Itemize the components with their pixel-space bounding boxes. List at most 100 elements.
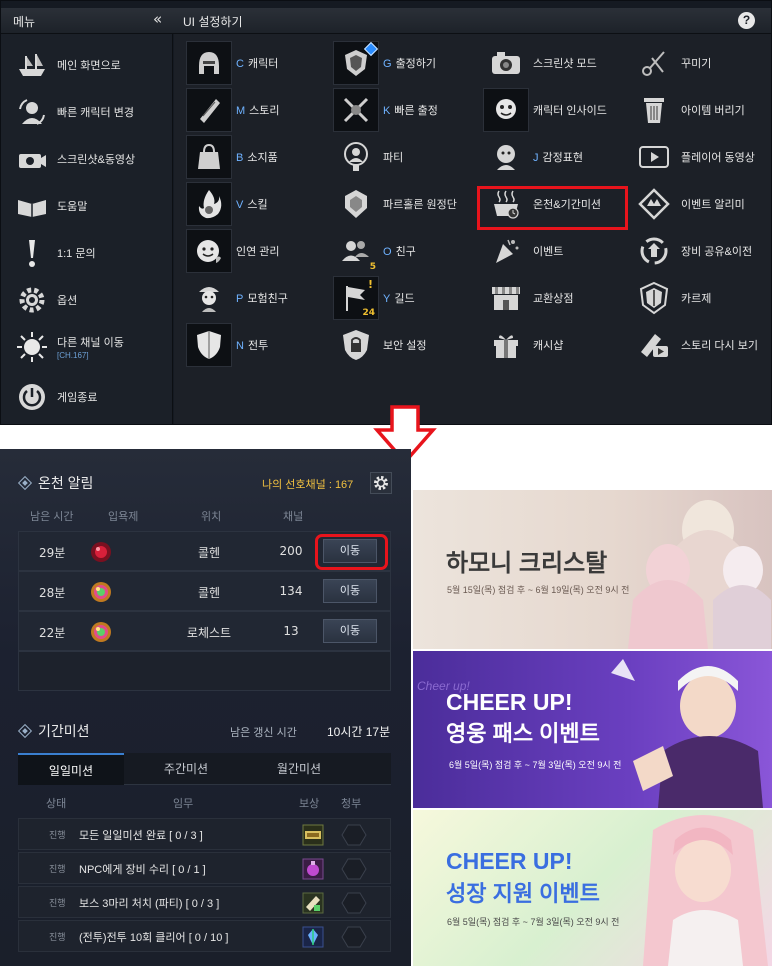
col-status: 상태 xyxy=(46,798,67,810)
ui-item-expedition[interactable]: 파르홀른 원정단 xyxy=(333,182,457,226)
ui-item-label: 출정하기 xyxy=(395,58,437,70)
expedition-icon xyxy=(333,182,379,226)
ui-item-label: 스토리 xyxy=(249,105,280,117)
ui-item-player-video[interactable]: 플레이어 동영상 xyxy=(631,135,755,179)
col-remaining-time: 남은 시간 xyxy=(30,511,74,523)
ui-item-label: 스토리 다시 보기 xyxy=(681,340,758,352)
ui-item-relationship[interactable]: 인연 관리 xyxy=(186,229,280,273)
scissors-icon xyxy=(631,41,677,85)
banner-title-line2: 영웅 패스 이벤트 xyxy=(446,721,600,746)
ui-item-decorate[interactable]: 꾸미기 xyxy=(631,41,711,85)
hotkey: O xyxy=(383,246,392,258)
ui-item-sortie[interactable]: G 출정하기 xyxy=(333,41,436,85)
character-swap-icon xyxy=(15,95,49,129)
ui-item-label: 이벤트 알리미 xyxy=(681,199,745,211)
mission-status: 진행 xyxy=(49,933,66,943)
hexagon-slot-icon[interactable] xyxy=(341,824,367,846)
menu-item-main-screen[interactable]: 메인 화면으로 xyxy=(15,47,121,83)
help-button[interactable]: ? xyxy=(738,12,755,29)
emote-icon xyxy=(483,135,529,179)
banner-harmony-crystal[interactable]: 하모니 크리스탈 5월 15일(목) 점검 후 ~ 6월 19일(목) 오전 9… xyxy=(413,490,772,649)
hotkey: M xyxy=(236,105,246,117)
ui-item-karze[interactable]: 카르제 xyxy=(631,276,711,320)
ui-item-quick-sortie[interactable]: K 빠른 출정 xyxy=(333,88,438,132)
flag-icon: ! 24 xyxy=(333,276,379,320)
ui-item-friends[interactable]: 5 O 친구 xyxy=(333,229,416,273)
remaining-time: 29분 xyxy=(39,546,66,560)
ui-settings-title: UI 설정하기 xyxy=(183,15,243,29)
menu-item-exit-game[interactable]: 게임종료 xyxy=(15,379,97,415)
tab-monthly[interactable]: 월간미션 xyxy=(246,753,352,785)
menu-title: 메뉴 xyxy=(13,15,36,29)
ui-item-exchange-shop[interactable]: 교환상점 xyxy=(483,276,573,320)
ui-item-skill[interactable]: V 스킬 xyxy=(186,182,268,226)
missions-title: 기간미션 xyxy=(17,721,90,741)
menu-item-change-channel[interactable]: 다른 채널 이동 [CH.167] xyxy=(15,329,124,365)
banner-growth-support[interactable]: CHEER UP! 성장 지원 이벤트 6월 5일(목) 점검 후 ~ 7월 3… xyxy=(413,810,772,966)
ui-item-label: 플레이어 동영상 xyxy=(681,152,755,164)
hexagon-slot-icon[interactable] xyxy=(341,858,367,880)
menu-item-help[interactable]: 도움말 xyxy=(15,188,87,224)
ui-item-character-inside[interactable]: 캐릭터 인사이드 xyxy=(483,88,607,132)
mission-text: 보스 3마리 처치 (파티) [ 0 / 3 ] xyxy=(79,898,220,910)
empty-row xyxy=(18,651,391,691)
mission-row: 진행 보스 3마리 처치 (파티) [ 0 / 3 ] xyxy=(18,886,391,918)
menu-item-screenshot-video[interactable]: 스크린샷&동영상 xyxy=(15,141,135,177)
hot-spring-title: 온천 알림 xyxy=(17,473,93,493)
tab-weekly[interactable]: 주간미션 xyxy=(133,753,239,785)
hexagon-slot-icon[interactable] xyxy=(341,926,367,948)
menu-item-options[interactable]: 옵션 xyxy=(15,282,77,318)
move-button[interactable]: 이동 xyxy=(323,619,377,643)
ui-item-label: 스킬 xyxy=(247,199,268,211)
camera-icon xyxy=(15,142,49,176)
lock-icon xyxy=(333,323,379,367)
ui-item-label: 캐시샵 xyxy=(533,340,564,352)
ui-item-security[interactable]: 보안 설정 xyxy=(333,323,427,367)
menu-item-label: 다른 채널 이동 [CH.167] xyxy=(57,334,124,360)
tab-daily[interactable]: 일일미션 xyxy=(18,753,124,785)
move-button[interactable]: 이동 xyxy=(323,579,377,603)
ui-item-story[interactable]: M 스토리 xyxy=(186,88,280,132)
preferred-channel: 나의 선호채널 : 167 xyxy=(262,479,354,491)
ui-item-character[interactable]: C 캐릭터 xyxy=(186,41,278,85)
character-face-icon xyxy=(483,88,529,132)
ui-item-label: 모험친구 xyxy=(247,293,288,305)
ui-item-discard-item[interactable]: 아이템 버리기 xyxy=(631,88,745,132)
mission-tabs: 일일미션 주간미션 월간미션 xyxy=(18,753,391,785)
menu-item-quick-character[interactable]: 빠른 캐릭터 변경 xyxy=(15,94,134,130)
refresh-time-value: 10시간 17분 xyxy=(327,725,391,739)
ui-item-guild[interactable]: ! 24 Y 길드 xyxy=(333,276,415,320)
ui-item-emote[interactable]: J 감정표현 xyxy=(483,135,583,179)
refresh-time-label: 남은 갱신 시간 xyxy=(230,727,297,739)
ui-item-adventure-friend[interactable]: P 모험친구 xyxy=(186,276,288,320)
settings-button[interactable] xyxy=(370,472,392,494)
red-bath-salt-icon xyxy=(89,540,113,564)
hot-spring-row: 28분 콜헨 134 이동 xyxy=(18,571,391,611)
menu-item-inquiry[interactable]: 1:1 문의 xyxy=(15,235,96,271)
power-icon xyxy=(15,380,49,414)
camera-icon xyxy=(483,41,529,85)
hexagon-slot-icon[interactable] xyxy=(341,892,367,914)
crystal-icon xyxy=(302,926,324,948)
ui-item-event-notifier[interactable]: 이벤트 알리미 xyxy=(631,182,745,226)
ui-item-screenshot-mode[interactable]: 스크린샷 모드 xyxy=(483,41,597,85)
ui-item-party[interactable]: 파티 xyxy=(333,135,403,179)
ui-item-label: 빠른 출정 xyxy=(394,105,438,117)
double-chevron-left-icon[interactable]: « xyxy=(153,10,162,28)
hotkey: V xyxy=(236,199,244,211)
event-icon xyxy=(631,182,677,226)
ui-item-event[interactable]: 이벤트 xyxy=(483,229,563,273)
ui-item-combat[interactable]: N 전투 xyxy=(186,323,268,367)
rainbow-bath-salt-icon xyxy=(89,580,113,604)
ui-item-label: 길드 xyxy=(394,293,415,305)
diamond-icon xyxy=(17,475,33,491)
ui-item-story-replay[interactable]: 스토리 다시 보기 xyxy=(631,323,758,367)
ui-item-equipment-share[interactable]: 장비 공유&이전 xyxy=(631,229,752,273)
location: 로체스트 xyxy=(186,626,232,640)
mission-status: 진행 xyxy=(49,831,66,841)
ui-item-cash-shop[interactable]: 캐시샵 xyxy=(483,323,563,367)
banner-hero-pass[interactable]: Cheer up! CHEER UP! 영웅 패스 이벤트 6월 5일(목) 점… xyxy=(413,651,772,808)
ui-item-inventory[interactable]: B 소지품 xyxy=(186,135,278,179)
diamond-icon xyxy=(17,723,33,739)
ui-item-label: 스크린샷 모드 xyxy=(533,58,597,70)
